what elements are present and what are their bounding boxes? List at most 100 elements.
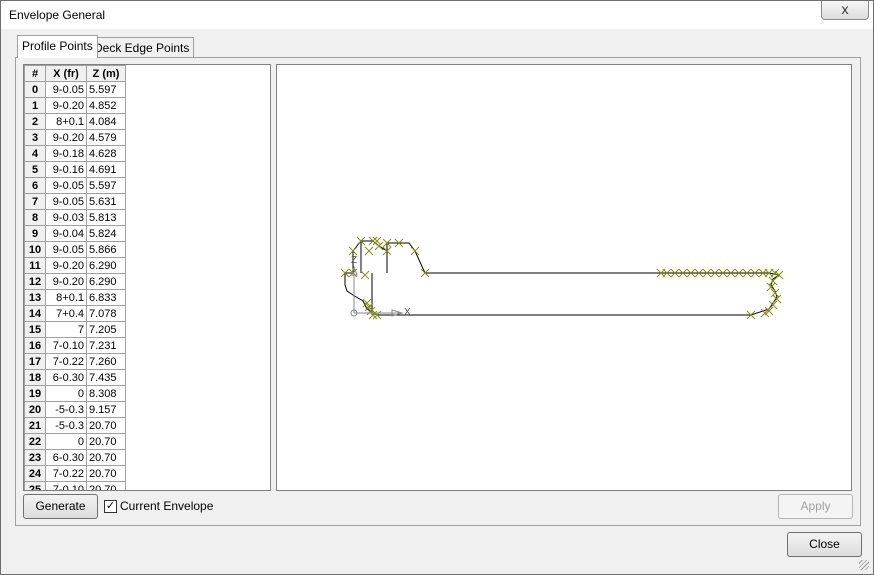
z-cell[interactable]: 4.579 <box>86 129 126 146</box>
row-index: 6 <box>24 177 46 194</box>
z-cell[interactable]: 5.597 <box>86 177 126 194</box>
z-cell[interactable]: 20.70 <box>86 449 126 466</box>
table-row[interactable]: 4 9-0.18 4.628 <box>24 145 126 162</box>
x-cell[interactable]: 9-0.05 <box>45 193 87 210</box>
window-close-button[interactable]: x <box>821 1 869 20</box>
row-index: 5 <box>24 161 46 178</box>
z-cell[interactable]: 7.231 <box>86 337 126 354</box>
resize-grip-icon[interactable] <box>859 560 869 570</box>
row-index: 18 <box>24 369 46 386</box>
table-row[interactable]: 14 7+0.4 7.078 <box>24 305 126 322</box>
z-cell[interactable]: 4.691 <box>86 161 126 178</box>
x-cell[interactable]: 9-0.20 <box>45 97 87 114</box>
envelope-general-window: Envelope General x Profile Points Deck E… <box>0 0 874 575</box>
current-envelope-label: Current Envelope <box>120 499 214 513</box>
z-cell[interactable]: 5.866 <box>86 241 126 258</box>
generate-button[interactable]: Generate <box>23 494 98 519</box>
table-row[interactable]: 23 6-0.30 20.70 <box>24 449 126 466</box>
table-row[interactable]: 3 9-0.20 4.579 <box>24 129 126 146</box>
table-row[interactable]: 24 7-0.22 20.70 <box>24 465 126 482</box>
x-cell[interactable]: 9-0.20 <box>45 273 87 290</box>
x-cell[interactable]: 0 <box>45 385 87 402</box>
envelope-plot: Z X <box>340 236 784 320</box>
x-cell[interactable]: -5-0.3 <box>45 417 87 434</box>
table-row[interactable]: 2 8+0.1 4.084 <box>24 113 126 130</box>
table-row[interactable]: 9 9-0.04 5.824 <box>24 225 126 242</box>
table-row[interactable]: 22 0 20.70 <box>24 433 126 450</box>
table-row[interactable]: 17 7-0.22 7.260 <box>24 353 126 370</box>
table-row[interactable]: 15 7 7.205 <box>24 321 126 338</box>
table-row[interactable]: 0 9-0.05 5.597 <box>24 81 126 98</box>
z-cell[interactable]: 7.205 <box>86 321 126 338</box>
x-cell[interactable]: 9-0.03 <box>45 209 87 226</box>
apply-button[interactable]: Apply <box>778 494 853 519</box>
table-row[interactable]: 20 -5-0.3 9.157 <box>24 401 126 418</box>
x-cell[interactable]: 0 <box>45 433 87 450</box>
x-cell[interactable]: -5-0.3 <box>45 401 87 418</box>
x-cell[interactable]: 7-0.10 <box>45 481 87 490</box>
z-cell[interactable]: 4.852 <box>86 97 126 114</box>
x-cell[interactable]: 6-0.30 <box>45 449 87 466</box>
z-cell[interactable]: 5.631 <box>86 193 126 210</box>
table-row[interactable]: 1 9-0.20 4.852 <box>24 97 126 114</box>
x-cell[interactable]: 7 <box>45 321 87 338</box>
close-button[interactable]: Close <box>787 532 862 557</box>
x-cell[interactable]: 9-0.05 <box>45 177 87 194</box>
z-cell[interactable]: 4.628 <box>86 145 126 162</box>
x-cell[interactable]: 7-0.22 <box>45 353 87 370</box>
table-row[interactable]: 6 9-0.05 5.597 <box>24 177 126 194</box>
table-row[interactable]: 25 7-0.10 20.70 <box>24 481 126 490</box>
z-cell[interactable]: 8.308 <box>86 385 126 402</box>
x-cell[interactable]: 9-0.20 <box>45 257 87 274</box>
table-row[interactable]: 8 9-0.03 5.813 <box>24 209 126 226</box>
z-cell[interactable]: 5.824 <box>86 225 126 242</box>
col-header-z[interactable]: Z (m) <box>86 65 126 82</box>
x-cell[interactable]: 9-0.18 <box>45 145 87 162</box>
x-cell[interactable]: 7-0.10 <box>45 337 87 354</box>
table-row[interactable]: 18 6-0.30 7.435 <box>24 369 126 386</box>
z-cell[interactable]: 6.290 <box>86 273 126 290</box>
x-cell[interactable]: 9-0.04 <box>45 225 87 242</box>
table-row[interactable]: 11 9-0.20 6.290 <box>24 257 126 274</box>
x-cell[interactable]: 7+0.4 <box>45 305 87 322</box>
z-cell[interactable]: 4.084 <box>86 113 126 130</box>
x-cell[interactable]: 8+0.1 <box>45 113 87 130</box>
z-cell[interactable]: 20.70 <box>86 433 126 450</box>
x-cell[interactable]: 9-0.05 <box>45 241 87 258</box>
x-cell[interactable]: 7-0.22 <box>45 465 87 482</box>
x-cell[interactable]: 9-0.05 <box>45 81 87 98</box>
table-row[interactable]: 19 0 8.308 <box>24 385 126 402</box>
tab-deck-edge-points[interactable]: Deck Edge Points <box>89 37 195 58</box>
z-cell[interactable]: 5.597 <box>86 81 126 98</box>
table-row[interactable]: 10 9-0.05 5.866 <box>24 241 126 258</box>
table-row[interactable]: 13 8+0.1 6.833 <box>24 289 126 306</box>
row-index: 13 <box>24 289 46 306</box>
z-cell[interactable]: 6.290 <box>86 257 126 274</box>
z-cell[interactable]: 20.70 <box>86 481 126 490</box>
row-index: 21 <box>24 417 46 434</box>
z-cell[interactable]: 7.435 <box>86 369 126 386</box>
z-cell[interactable]: 20.70 <box>86 417 126 434</box>
table-row[interactable]: 21 -5-0.3 20.70 <box>24 417 126 434</box>
table-row[interactable]: 16 7-0.10 7.231 <box>24 337 126 354</box>
x-cell[interactable]: 8+0.1 <box>45 289 87 306</box>
envelope-point-marker <box>410 246 420 256</box>
col-header-x[interactable]: X (fr) <box>45 65 87 82</box>
z-cell[interactable]: 6.833 <box>86 289 126 306</box>
current-envelope-checkbox[interactable]: ✓ <box>104 500 117 513</box>
envelope-plot-canvas[interactable]: Z X <box>276 64 852 491</box>
x-cell[interactable]: 6-0.30 <box>45 369 87 386</box>
table-row[interactable]: 12 9-0.20 6.290 <box>24 273 126 290</box>
col-header-index[interactable]: # <box>24 65 46 82</box>
x-cell[interactable]: 9-0.20 <box>45 129 87 146</box>
tab-profile-points[interactable]: Profile Points <box>17 35 98 58</box>
z-cell[interactable]: 7.078 <box>86 305 126 322</box>
profile-points-grid[interactable]: # X (fr) Z (m) 0 9-0.05 5.597 1 9-0.20 4.852 2… <box>23 64 271 491</box>
z-cell[interactable]: 20.70 <box>86 465 126 482</box>
z-cell[interactable]: 9.157 <box>86 401 126 418</box>
x-cell[interactable]: 9-0.16 <box>45 161 87 178</box>
z-cell[interactable]: 7.260 <box>86 353 126 370</box>
z-cell[interactable]: 5.813 <box>86 209 126 226</box>
table-row[interactable]: 7 9-0.05 5.631 <box>24 193 126 210</box>
table-row[interactable]: 5 9-0.16 4.691 <box>24 161 126 178</box>
